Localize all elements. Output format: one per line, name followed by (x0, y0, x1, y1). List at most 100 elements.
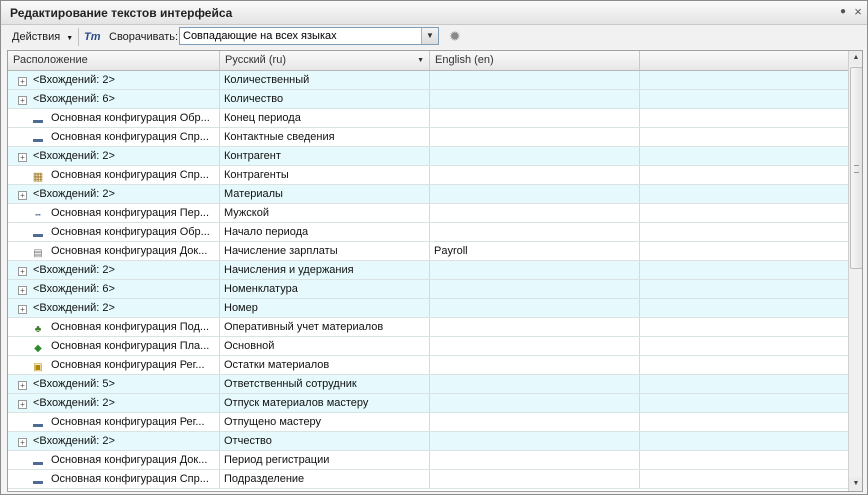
cell-russian[interactable]: Отпущено мастеру (220, 413, 430, 431)
table-row[interactable]: + <Вхождений: 2> Контрагент (8, 147, 848, 166)
cell-english[interactable] (430, 223, 640, 241)
cell-english[interactable] (430, 337, 640, 355)
cell-english[interactable] (430, 185, 640, 203)
table-row[interactable]: + <Вхождений: 2> Номер (8, 299, 848, 318)
cell-location[interactable]: ▤ Основная конфигурация Док... (8, 242, 220, 260)
cell-english[interactable] (430, 394, 640, 412)
cell-location[interactable]: ◆ Основная конфигурация Пла... (8, 337, 220, 355)
cell-location[interactable]: + <Вхождений: 6> (8, 280, 220, 298)
scroll-up-icon[interactable]: ▲ (849, 51, 862, 65)
cell-english[interactable] (430, 299, 640, 317)
vertical-scrollbar[interactable]: ▲ ▼ (848, 51, 862, 491)
cell-english[interactable] (430, 128, 640, 146)
cell-english[interactable]: Payroll (430, 242, 640, 260)
expand-icon[interactable]: + (18, 400, 27, 409)
table-row[interactable]: ▬ Основная конфигурация Спр... Контактные … (8, 128, 848, 147)
close-icon[interactable]: × (852, 5, 864, 18)
cell-russian[interactable]: Номенклатура (220, 280, 430, 298)
cell-location[interactable]: + <Вхождений: 2> (8, 261, 220, 279)
cell-russian[interactable]: Ответственный сотрудник (220, 375, 430, 393)
table-row[interactable]: ▬ Основная конфигурация Док... Период реги… (8, 451, 848, 470)
cell-russian[interactable]: Контактные сведения (220, 128, 430, 146)
cell-english[interactable] (430, 413, 640, 431)
cell-location[interactable]: ┅ Основная конфигурация Пер... (8, 204, 220, 222)
cell-russian[interactable]: Контрагенты (220, 166, 430, 184)
table-row[interactable]: ♣ Основная конфигурация Под... Оперативный… (8, 318, 848, 337)
expand-icon[interactable]: + (18, 267, 27, 276)
actions-menu-button[interactable]: Действия ▼ (12, 29, 73, 45)
cell-location[interactable]: ▬ Основная конфигурация Рег... (8, 413, 220, 431)
cell-russian[interactable]: Остатки материалов (220, 356, 430, 374)
cell-russian[interactable]: Подразделение (220, 470, 430, 488)
column-header-russian[interactable]: Русский (ru) ▼ (220, 51, 430, 70)
cell-english[interactable] (430, 109, 640, 127)
pin-icon[interactable]: ● (837, 6, 849, 18)
cell-russian[interactable]: Начисление зарплаты (220, 242, 430, 260)
cell-english[interactable] (430, 90, 640, 108)
table-row[interactable]: + <Вхождений: 2> Количественный (8, 71, 848, 90)
expand-icon[interactable]: + (18, 191, 27, 200)
cell-russian[interactable]: Мужской (220, 204, 430, 222)
expand-icon[interactable]: + (18, 77, 27, 86)
cell-english[interactable] (430, 470, 640, 488)
cell-location[interactable]: ♣ Основная конфигурация Под... (8, 318, 220, 336)
cell-russian[interactable]: Количественный (220, 71, 430, 89)
cell-english[interactable] (430, 261, 640, 279)
table-row[interactable]: + <Вхождений: 5> Ответственный сотрудник (8, 375, 848, 394)
cell-russian[interactable]: Отчество (220, 432, 430, 450)
expand-icon[interactable]: + (18, 153, 27, 162)
column-header-location[interactable]: Расположение (8, 51, 220, 70)
table-row[interactable]: ▬ Основная конфигурация Обр... Конец перио… (8, 109, 848, 128)
cell-english[interactable] (430, 451, 640, 469)
cell-location[interactable]: + <Вхождений: 5> (8, 375, 220, 393)
cell-english[interactable] (430, 432, 640, 450)
cell-location[interactable]: + <Вхождений: 2> (8, 185, 220, 203)
table-row[interactable]: ◆ Основная конфигурация Пла... Основной (8, 337, 848, 356)
cell-location[interactable]: ▬ Основная конфигурация Док... (8, 451, 220, 469)
table-row[interactable]: + <Вхождений: 6> Количество (8, 90, 848, 109)
cell-english[interactable] (430, 375, 640, 393)
table-row[interactable]: + <Вхождений: 2> Материалы (8, 185, 848, 204)
scroll-down-icon[interactable]: ▼ (849, 477, 862, 491)
cell-location[interactable]: ▬ Основная конфигурация Обр... (8, 109, 220, 127)
cell-russian[interactable]: Период регистрации (220, 451, 430, 469)
cell-russian[interactable]: Количество (220, 90, 430, 108)
table-row[interactable]: ▬ Основная конфигурация Рег... Отпущено ма… (8, 413, 848, 432)
cell-location[interactable]: ▬ Основная конфигурация Спр... (8, 128, 220, 146)
collapse-select[interactable]: Совпадающие на всех языках ▼ (179, 27, 439, 45)
dropdown-arrow-icon[interactable]: ▼ (421, 28, 438, 44)
cell-russian[interactable]: Контрагент (220, 147, 430, 165)
expand-icon[interactable]: + (18, 381, 27, 390)
cell-russian[interactable]: Материалы (220, 185, 430, 203)
scrollbar-thumb[interactable] (850, 67, 862, 269)
cell-location[interactable]: ▦ Основная конфигурация Спр... (8, 166, 220, 184)
table-row[interactable]: ▤ Основная конфигурация Док... Начисление … (8, 242, 848, 261)
cell-english[interactable] (430, 356, 640, 374)
expand-icon[interactable]: + (18, 286, 27, 295)
table-row[interactable]: + <Вхождений: 2> Начисления и удержания (8, 261, 848, 280)
table-row[interactable]: ▣ Основная конфигурация Рег... Остатки мат… (8, 356, 848, 375)
cell-russian[interactable]: Номер (220, 299, 430, 317)
cell-english[interactable] (430, 71, 640, 89)
expand-icon[interactable]: + (18, 305, 27, 314)
cell-location[interactable]: ▬ Основная конфигурация Спр... (8, 470, 220, 488)
cell-english[interactable] (430, 166, 640, 184)
cell-location[interactable]: + <Вхождений: 6> (8, 90, 220, 108)
expand-icon[interactable]: + (18, 438, 27, 447)
cell-russian[interactable]: Оперативный учет материалов (220, 318, 430, 336)
cell-english[interactable] (430, 204, 640, 222)
cell-russian[interactable]: Отпуск материалов мастеру (220, 394, 430, 412)
table-row[interactable]: ┅ Основная конфигурация Пер... Мужской (8, 204, 848, 223)
expand-icon[interactable]: + (18, 96, 27, 105)
cell-russian[interactable]: Начисления и удержания (220, 261, 430, 279)
gear-icon[interactable]: ✹ (449, 29, 463, 43)
cell-location[interactable]: + <Вхождений: 2> (8, 147, 220, 165)
cell-russian[interactable]: Основной (220, 337, 430, 355)
cell-russian[interactable]: Начало периода (220, 223, 430, 241)
cell-russian[interactable]: Конец периода (220, 109, 430, 127)
column-header-english[interactable]: English (en) (430, 51, 640, 70)
table-row[interactable]: ▦ Основная конфигурация Спр... Контрагенты (8, 166, 848, 185)
cell-location[interactable]: ▣ Основная конфигурация Рег... (8, 356, 220, 374)
spell-check-icon[interactable]: Тт (84, 29, 101, 45)
cell-location[interactable]: + <Вхождений: 2> (8, 299, 220, 317)
